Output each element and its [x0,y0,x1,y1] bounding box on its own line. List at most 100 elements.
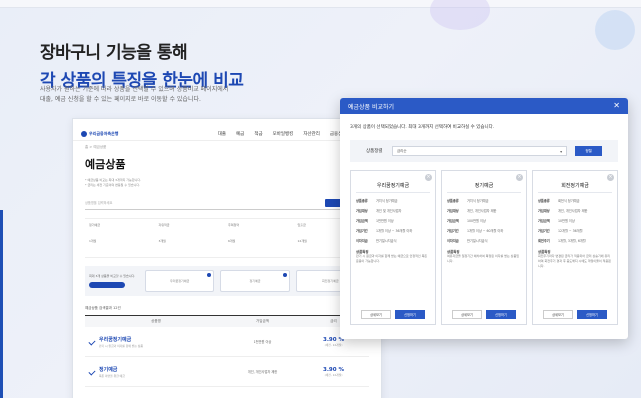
nav-item[interactable]: 대출 [218,131,226,137]
table-row[interactable]: 우리꿈정기예금 만기 시 원금과 이자를 함께 받는 상품 1천만원 이상 3.… [85,327,369,357]
card-key: 이자지급 [356,239,368,243]
compare-slot[interactable]: 우리꿈정기예금 [145,270,215,292]
card-value: 10만원 이상 [558,219,575,223]
card-row: 가입금액 1천만원 이상 [356,219,430,224]
remove-icon[interactable]: × [516,174,523,181]
decorative-edge [0,210,3,398]
card-row: 상품종류 거치식 정기예금 [447,199,521,204]
logo-text: 우리금융저축은행 [89,130,119,136]
apply-button[interactable]: 신청하기 [395,310,425,319]
card-value: 100만원 이상 [467,219,486,223]
card-value: 1개월 이상 ~ 36개월 이하 [376,229,413,233]
nav-item[interactable]: 자산관리 [303,131,320,137]
hero-line1: 장바구니 기능을 통해 [40,43,188,63]
decorative-blob [595,10,635,50]
nav-item[interactable]: 적금 [254,131,262,137]
card-key: 상품종류 [538,199,550,203]
detail-button[interactable]: 상세보기 [543,310,573,319]
filter-option[interactable]: 자유적금 [159,223,227,237]
remove-icon[interactable]: × [425,174,432,181]
card-key: 가입기간 [447,229,459,233]
apply-button[interactable]: 신청하기 [486,310,516,319]
card-row: 가입기간 1개월 이상 ~ 36개월 이하 [356,229,430,234]
card-title: 우리꿈정기예금 [356,171,430,193]
product-cell: 우리꿈정기예금 만기 시 원금과 이자를 함께 받는 상품 [85,336,227,348]
card-value: 만기일시지급식 [376,239,397,243]
card-key: 가입금액 [447,219,459,223]
card-actions: 상세보기 신청하기 [356,310,430,319]
filter-option[interactable]: 1개월 [89,239,157,253]
compare-tray-lead: 최대 3개 상품을 비교할 수 있습니다. [89,274,139,288]
product-name[interactable]: 우리꿈정기예금 [99,336,143,343]
sort-select-value: 금리순 [396,148,407,153]
card-row: 상품종류 거치식 정기예금 [356,199,430,204]
sort-select[interactable]: 금리순 ▾ [391,146,568,156]
product-card: × 회전정기예금 상품종류 회전식 정기예금 가입대상 개인, 개인사업자 제한 가… [532,170,618,325]
logo-icon [81,130,87,137]
check-icon[interactable] [88,367,96,376]
close-icon[interactable]: ✕ [613,102,620,110]
card-value: 거치식 정기예금 [376,199,398,203]
filter-option[interactable]: 정기예금 [89,223,157,237]
card-row: 가입금액 100만원 이상 [447,219,521,224]
card-key: 가입대상 [538,209,550,213]
card-key: 상품종류 [447,199,459,203]
page-notes: * 예금상품 비교는 최대 3개까지 가능합니다. * 금리는 세전 기준이며 … [73,174,381,192]
nav-item[interactable]: 모바일뱅킹 [273,131,294,137]
card-details: 상품종류 거치식 정기예금 가입대상 개인 및 개인사업자 가입금액 1천만원 이상 … [351,193,435,264]
logo[interactable]: 우리금융저축은행 [81,130,137,137]
product-card: × 정기예금 상품종류 거치식 정기예금 가입대상 개인, 개인사업자 제한 가입금… [441,170,527,325]
card-value: 만기일시지급식 [467,239,488,243]
hero-description: 사용자가 원하는 기준에 따라 상품을 선택할 수 있으며 상품비교 페이지에서… [40,85,228,105]
compare-slot[interactable]: 정기예금 [220,270,290,292]
breadcrumb: 홈 > 예금상품 [85,145,107,149]
search-bar: 상품명을 입력하세요 [85,196,369,210]
card-key: 가입금액 [538,219,550,223]
compare-button[interactable] [89,282,125,288]
amount-cell: 1천만원 이상 [253,340,272,344]
card-key: 가입대상 [356,209,368,213]
compare-cards: × 우리꿈정기예금 상품종류 거치식 정기예금 가입대상 개인 및 개인사업자 가입… [340,162,628,325]
sort-label: 상품정렬 [366,149,383,154]
column-header: 상품명 [151,319,161,323]
card-value: 개인, 개인사업자 제한 [558,209,588,213]
check-icon[interactable] [88,337,96,346]
card-title: 정기예금 [447,171,521,193]
card-key: 가입기간 [538,229,550,233]
compare-tray-text: 최대 3개 상품을 비교할 수 있습니다. [89,274,136,278]
filter-option[interactable]: 주택청약 [228,223,296,237]
apply-button[interactable]: 신청하기 [577,310,607,319]
card-actions: 상세보기 신청하기 [447,310,521,319]
filter-option[interactable]: 3개월 [159,239,227,253]
card-section-text: 여유자금을 일정기간 예치하여 확정된 이자를 받는 상품입니다. [447,254,519,263]
table-row[interactable]: 정기예금 목돈 마련을 위한 예금 개인, 개인사업자 제한 3.90 % (세… [85,357,369,387]
card-section-text: 회전주기마다 변경된 금리가 적용되어 금리 상승기에 유리하며 회전주기 경과… [538,254,611,268]
card-key: 회전주기 [538,239,550,243]
card-value: 개인, 개인사업자 제한 [467,209,497,213]
card-key: 가입기간 [356,229,368,233]
card-details: 상품종류 거치식 정기예금 가입대상 개인, 개인사업자 제한 가입금액 100만원 … [442,193,526,264]
filter-grid: 정기예금 자유적금 주택청약 입출금 1개월 3개월 6개월 12개월 [85,218,369,258]
filter-option[interactable]: 6개월 [228,239,296,253]
decorative-blob [430,0,490,30]
compare-modal: 예금상품 비교하기 ✕ 3개의 상품이 선택되었습니다. 최대 3개까지 선택하… [340,98,628,339]
product-name[interactable]: 정기예금 [99,366,125,373]
card-value: 거치식 정기예금 [467,199,489,203]
utility-links[interactable]: 고객센터 | 로그인 [73,119,381,127]
nav-item[interactable]: 예금 [236,131,244,137]
card-value: 1개월, 3개월, 6개월 [558,239,586,243]
card-value: 12개월 ~ 36개월 [558,229,583,233]
column-header: 가입금액 [256,319,269,323]
background-page: 고객센터 | 로그인 우리금융저축은행 대출 예금 적금 모바일뱅킹 자산관리 … [72,118,382,398]
card-value: 회전식 정기예금 [558,199,580,203]
detail-button[interactable]: 상세보기 [452,310,482,319]
product-desc: 만기 시 원금과 이자를 함께 받는 상품 [99,343,143,348]
remove-icon[interactable]: × [607,174,614,181]
search-input[interactable]: 상품명을 입력하세요 [85,200,112,205]
detail-button[interactable]: 상세보기 [361,310,391,319]
sort-button[interactable]: 정렬 [575,146,602,156]
nav-menu: 대출 예금 적금 모바일뱅킹 자산관리 금융상품 고객센터 [137,131,373,137]
card-details: 상품종류 회전식 정기예금 가입대상 개인, 개인사업자 제한 가입금액 10만원 이… [533,193,617,269]
modal-description: 3개의 상품이 선택되었습니다. 최대 3개까지 선택하여 비교하실 수 있습니… [350,125,495,130]
product-card: × 우리꿈정기예금 상품종류 거치식 정기예금 가입대상 개인 및 개인사업자 가입… [350,170,436,325]
